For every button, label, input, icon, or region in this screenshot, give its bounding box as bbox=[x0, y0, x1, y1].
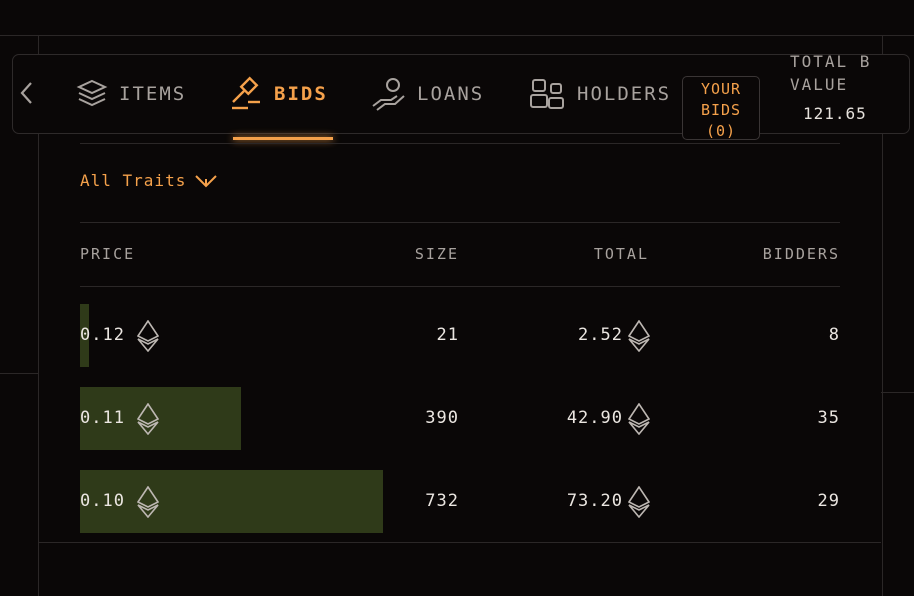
size-cell: 732 bbox=[425, 491, 459, 511]
filter-top-divider bbox=[80, 143, 840, 144]
total-cell: 2.52 bbox=[578, 325, 623, 345]
table-row[interactable]: 0.12 21 2.52 8 bbox=[80, 304, 840, 367]
chevron-down-icon bbox=[195, 174, 218, 187]
hand-coin-icon bbox=[372, 78, 405, 111]
tab-bids[interactable]: BIDS bbox=[228, 74, 328, 114]
table-row[interactable]: 0.10 732 73.20 29 bbox=[80, 470, 840, 533]
eth-icon bbox=[628, 403, 650, 435]
bidders-cell: 29 bbox=[817, 491, 840, 511]
bidders-cell: 35 bbox=[817, 408, 840, 428]
total-bid-value-label: TOTAL B VALUE bbox=[790, 50, 900, 96]
tab-items-label: ITEMS bbox=[119, 83, 187, 105]
total-column-header[interactable]: TOTAL bbox=[594, 245, 649, 263]
tab-loans-label: LOANS bbox=[417, 83, 485, 105]
traits-filter-label: All Traits bbox=[80, 171, 187, 190]
gavel-icon bbox=[232, 76, 260, 110]
your-bids-line2: BIDS bbox=[700, 101, 742, 119]
your-bids-button[interactable]: YOUR BIDS (0) bbox=[682, 76, 760, 140]
price-column-header[interactable]: PRICE bbox=[80, 245, 135, 263]
tab-holders[interactable]: HOLDERS bbox=[529, 74, 671, 114]
active-tab-indicator bbox=[233, 137, 333, 140]
size-column-header[interactable]: SIZE bbox=[415, 245, 459, 263]
total-cell: 73.20 bbox=[566, 491, 623, 511]
right-divider bbox=[881, 392, 914, 393]
traits-filter-dropdown[interactable]: All Traits bbox=[80, 171, 218, 190]
users-icon bbox=[530, 79, 564, 109]
eth-icon bbox=[137, 320, 159, 352]
eth-icon bbox=[628, 320, 650, 352]
size-cell: 390 bbox=[425, 408, 459, 428]
total-label-line1: TOTAL B bbox=[790, 52, 872, 71]
size-cell: 21 bbox=[436, 325, 459, 345]
tab-holders-label: HOLDERS bbox=[577, 83, 672, 105]
your-bids-line1: YOUR bbox=[700, 80, 742, 98]
table-row[interactable]: 0.11 390 42.90 35 bbox=[80, 387, 840, 450]
total-cell: 42.90 bbox=[566, 408, 623, 428]
table-bottom-divider bbox=[38, 542, 881, 543]
total-label-line2: VALUE bbox=[790, 75, 849, 94]
total-bid-value: 121.65 bbox=[803, 104, 867, 123]
chevron-left-icon[interactable] bbox=[18, 80, 36, 106]
header-bottom-divider bbox=[80, 286, 840, 287]
bidders-cell: 8 bbox=[828, 325, 840, 345]
tab-loans[interactable]: LOANS bbox=[371, 74, 484, 114]
depth-bar bbox=[80, 470, 383, 533]
your-bids-count: (0) bbox=[705, 122, 737, 140]
price-cell: 0.10 bbox=[80, 491, 125, 511]
price-cell: 0.12 bbox=[80, 325, 125, 345]
stack-icon bbox=[76, 79, 108, 107]
bidders-column-header[interactable]: BIDDERS bbox=[763, 245, 840, 263]
header-top-divider bbox=[80, 222, 840, 223]
tab-bids-label: BIDS bbox=[274, 83, 328, 105]
left-divider bbox=[0, 373, 38, 374]
tab-items[interactable]: ITEMS bbox=[75, 74, 186, 114]
eth-icon bbox=[137, 486, 159, 518]
eth-icon bbox=[628, 486, 650, 518]
price-cell: 0.11 bbox=[80, 408, 125, 428]
eth-icon bbox=[137, 403, 159, 435]
